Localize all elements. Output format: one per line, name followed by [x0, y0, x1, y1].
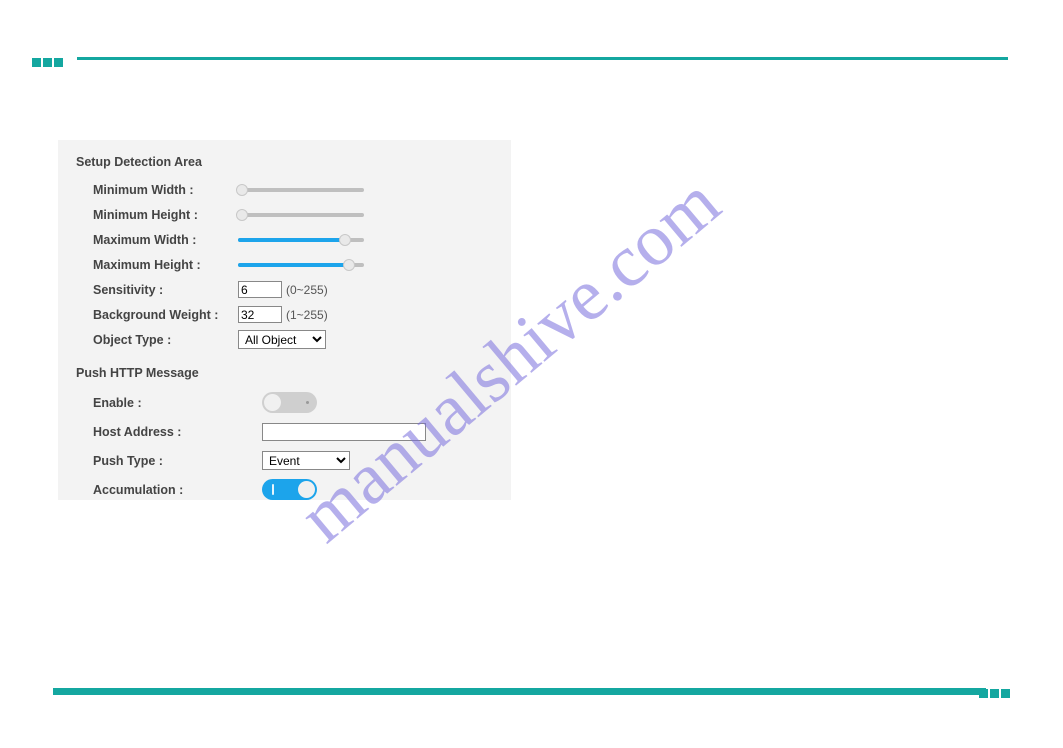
section-title-push-http: Push HTTP Message: [76, 366, 493, 380]
input-bg-weight[interactable]: [238, 306, 282, 323]
label-object-type: Object Type :: [76, 333, 238, 347]
header-rule: [77, 57, 1008, 60]
toggle-accumulation[interactable]: [262, 479, 317, 500]
row-bg-weight: Background Weight : (1~255): [76, 302, 493, 327]
label-push-type: Push Type :: [76, 454, 262, 468]
header-ornament: [32, 58, 63, 67]
row-accumulation: Accumulation :: [76, 475, 493, 504]
input-host-address[interactable]: [262, 423, 426, 441]
label-min-height: Minimum Height :: [76, 208, 238, 222]
select-object-type[interactable]: All Object: [238, 330, 326, 349]
settings-panel: Setup Detection Area Minimum Width : Min…: [58, 140, 511, 500]
range-bg-weight: (1~255): [286, 308, 328, 322]
label-min-width: Minimum Width :: [76, 183, 238, 197]
row-object-type: Object Type : All Object: [76, 327, 493, 352]
footer-ornament: [979, 689, 1010, 698]
label-max-height: Maximum Height :: [76, 258, 238, 272]
footer-rule: [53, 688, 986, 695]
toggle-enable[interactable]: [262, 392, 317, 413]
slider-max-height[interactable]: [238, 258, 364, 272]
range-sensitivity: (0~255): [286, 283, 328, 297]
label-max-width: Maximum Width :: [76, 233, 238, 247]
slider-min-height[interactable]: [238, 208, 364, 222]
input-sensitivity[interactable]: [238, 281, 282, 298]
slider-max-width[interactable]: [238, 233, 364, 247]
row-max-width: Maximum Width :: [76, 227, 493, 252]
row-enable: Enable :: [76, 388, 493, 417]
section-title-detection: Setup Detection Area: [76, 155, 493, 169]
label-host-address: Host Address :: [76, 425, 262, 439]
row-sensitivity: Sensitivity : (0~255): [76, 277, 493, 302]
label-accumulation: Accumulation :: [76, 483, 262, 497]
row-host-address: Host Address :: [76, 417, 493, 446]
select-push-type[interactable]: Event: [262, 451, 350, 470]
label-sensitivity: Sensitivity :: [76, 283, 238, 297]
label-bg-weight: Background Weight :: [76, 308, 238, 322]
row-push-type: Push Type : Event: [76, 446, 493, 475]
row-max-height: Maximum Height :: [76, 252, 493, 277]
row-min-height: Minimum Height :: [76, 202, 493, 227]
row-min-width: Minimum Width :: [76, 177, 493, 202]
label-enable: Enable :: [76, 396, 262, 410]
slider-min-width[interactable]: [238, 183, 364, 197]
